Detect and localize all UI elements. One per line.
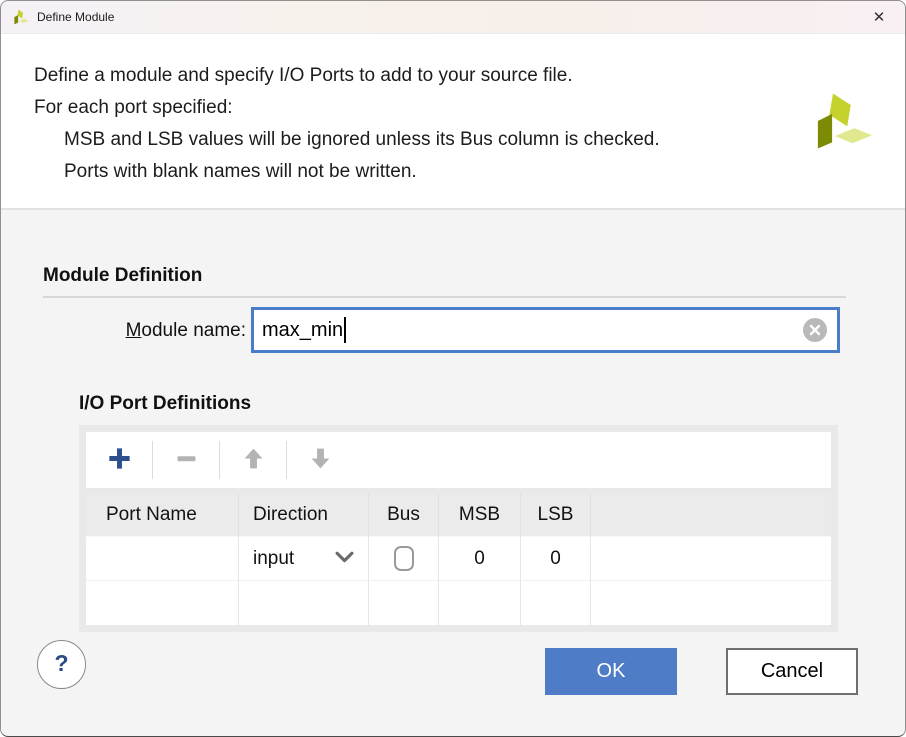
table-toolbar — [86, 432, 831, 488]
bus-checkbox[interactable] — [394, 546, 414, 571]
description-line-4: Ports with blank names will not be writt… — [34, 156, 660, 188]
module-name-input[interactable]: max_min — [251, 307, 840, 353]
io-port-definitions-title: I/O Port Definitions — [79, 393, 251, 415]
io-port-table: Port Name Direction Bus MSB LSB input — [86, 494, 831, 625]
minus-icon — [173, 445, 200, 475]
description-line-2: For each port specified: — [34, 92, 660, 124]
chevron-down-icon[interactable] — [335, 548, 354, 570]
move-down-button[interactable] — [287, 432, 353, 488]
vivado-logo-icon — [12, 9, 29, 25]
col-header-msb[interactable]: MSB — [439, 494, 521, 537]
lsb-cell[interactable]: 0 — [521, 537, 591, 581]
section-divider — [43, 296, 846, 298]
label-mnemonic: M — [126, 320, 142, 341]
window-title: Define Module — [37, 10, 114, 24]
direction-cell[interactable] — [239, 581, 369, 625]
msb-cell[interactable] — [439, 581, 521, 625]
col-header-direction[interactable]: Direction — [239, 494, 369, 537]
table-row: input 0 0 — [86, 537, 831, 581]
port-name-cell[interactable] — [86, 581, 239, 625]
description-line-1: Define a module and specify I/O Ports to… — [34, 60, 660, 92]
remove-port-button[interactable] — [153, 432, 219, 488]
define-module-dialog: Define Module ✕ Define a module and spec… — [0, 0, 906, 737]
msb-cell[interactable]: 0 — [439, 537, 521, 581]
move-up-button[interactable] — [220, 432, 286, 488]
cancel-button[interactable]: Cancel — [726, 648, 858, 695]
plus-icon — [106, 445, 133, 475]
ok-button[interactable]: OK — [545, 648, 677, 695]
module-name-label: Module name: — [41, 320, 246, 342]
direction-select-value: input — [253, 548, 294, 570]
table-row — [86, 581, 831, 625]
close-icon: ✕ — [873, 8, 886, 26]
port-name-cell[interactable] — [86, 537, 239, 581]
table-header-row: Port Name Direction Bus MSB LSB — [86, 494, 831, 537]
description-panel: Define a module and specify I/O Ports to… — [1, 34, 905, 210]
lsb-cell[interactable] — [521, 581, 591, 625]
col-header-bus[interactable]: Bus — [369, 494, 439, 537]
filler-cell — [591, 581, 831, 625]
help-button[interactable]: ? — [37, 640, 86, 689]
bus-cell[interactable] — [369, 581, 439, 625]
clear-input-icon[interactable] — [803, 318, 827, 342]
col-header-filler — [591, 494, 831, 537]
arrow-down-icon — [308, 446, 333, 474]
bus-cell — [369, 537, 439, 581]
close-button[interactable]: ✕ — [859, 3, 899, 31]
col-header-port-name[interactable]: Port Name — [86, 494, 239, 537]
description-line-3: MSB and LSB values will be ignored unles… — [34, 124, 660, 156]
vivado-logo-large-icon — [809, 86, 873, 161]
module-definition-title: Module Definition — [43, 265, 202, 287]
description-text: Define a module and specify I/O Ports to… — [34, 60, 660, 188]
filler-cell — [591, 537, 831, 581]
title-bar: Define Module ✕ — [1, 1, 905, 34]
add-port-button[interactable] — [86, 432, 152, 488]
text-caret — [344, 317, 346, 343]
label-rest: odule name: — [141, 320, 246, 341]
direction-cell[interactable]: input — [239, 537, 369, 581]
arrow-up-icon — [241, 446, 266, 474]
io-port-table-panel: Port Name Direction Bus MSB LSB input — [79, 425, 838, 632]
col-header-lsb[interactable]: LSB — [521, 494, 591, 537]
module-name-value: max_min — [262, 319, 343, 342]
